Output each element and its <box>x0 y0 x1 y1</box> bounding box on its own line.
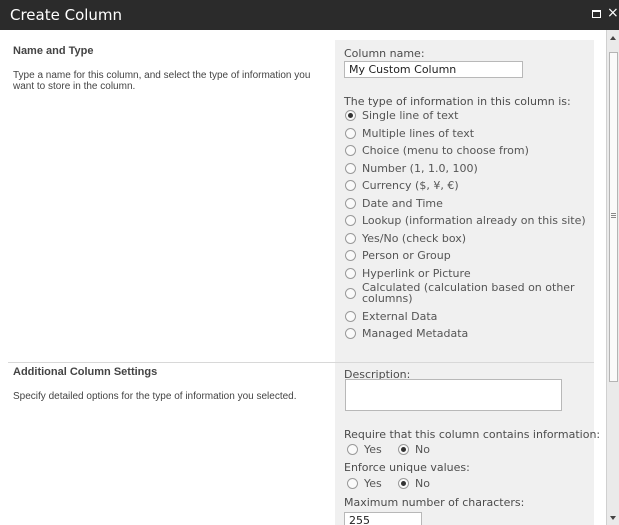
column-name-label: Column name: <box>344 47 425 60</box>
max-chars-label: Maximum number of characters: <box>344 496 525 509</box>
section-divider <box>8 362 594 363</box>
type-option-label: External Data <box>362 310 438 323</box>
description-textarea[interactable] <box>345 379 562 411</box>
unique-yes-radio[interactable] <box>347 478 358 489</box>
max-chars-input[interactable] <box>344 512 422 525</box>
type-radio[interactable] <box>345 198 356 209</box>
type-option-label: Hyperlink or Picture <box>362 267 471 280</box>
type-option-label: Currency ($, ¥, €) <box>362 179 459 192</box>
type-radio[interactable] <box>345 268 356 279</box>
type-option-label: Number (1, 1.0, 100) <box>362 162 478 175</box>
require-label: Require that this column contains inform… <box>344 428 601 441</box>
type-radio[interactable] <box>345 110 356 121</box>
type-option-label: Person or Group <box>362 249 451 262</box>
type-option-label: Date and Time <box>362 197 443 210</box>
type-radio[interactable] <box>345 145 356 156</box>
grip-icon <box>611 213 616 214</box>
type-label: The type of information in this column i… <box>344 95 571 108</box>
type-option-label: Managed Metadata <box>362 327 469 340</box>
unique-no-radio[interactable] <box>398 478 409 489</box>
dialog-content: Name and Type Type a name for this colum… <box>0 30 606 525</box>
close-icon[interactable]: × <box>607 6 619 20</box>
type-option-label: Single line of text <box>362 109 459 122</box>
type-option-label: Lookup (information already on this site… <box>362 214 586 227</box>
type-radio[interactable] <box>345 288 356 299</box>
require-yes-radio[interactable] <box>347 444 358 455</box>
scrollbar-thumb[interactable] <box>609 52 618 382</box>
type-radio[interactable] <box>345 328 356 339</box>
type-radio[interactable] <box>345 180 356 191</box>
column-name-input[interactable] <box>344 61 523 78</box>
scroll-down-arrow-icon[interactable] <box>610 516 616 520</box>
type-radio[interactable] <box>345 128 356 139</box>
type-option-label: Choice (menu to choose from) <box>362 144 529 157</box>
type-radio[interactable] <box>345 163 356 174</box>
main-vertical-scrollbar[interactable] <box>606 30 619 525</box>
section-title-name-type: Name and Type <box>13 45 94 57</box>
type-option-label: Multiple lines of text <box>362 127 475 140</box>
require-no-radio[interactable] <box>398 444 409 455</box>
dialog-title-bar: Create Column × <box>0 0 619 30</box>
scroll-up-arrow-icon[interactable] <box>610 36 616 40</box>
unique-label: Enforce unique values: <box>344 461 470 474</box>
type-option-label: Yes/No (check box) <box>362 232 467 245</box>
maximize-icon[interactable] <box>592 10 601 18</box>
section-description-additional: Specify detailed options for the type of… <box>13 391 297 402</box>
dialog-title: Create Column <box>10 6 123 24</box>
type-option-label: Calculated (calculation based on other c… <box>362 281 575 305</box>
section-description-name-type: Type a name for this column, and select … <box>13 70 311 92</box>
type-radio[interactable] <box>345 311 356 322</box>
type-radio[interactable] <box>345 233 356 244</box>
type-radio[interactable] <box>345 215 356 226</box>
section-title-additional: Additional Column Settings <box>13 366 158 378</box>
type-radio[interactable] <box>345 250 356 261</box>
